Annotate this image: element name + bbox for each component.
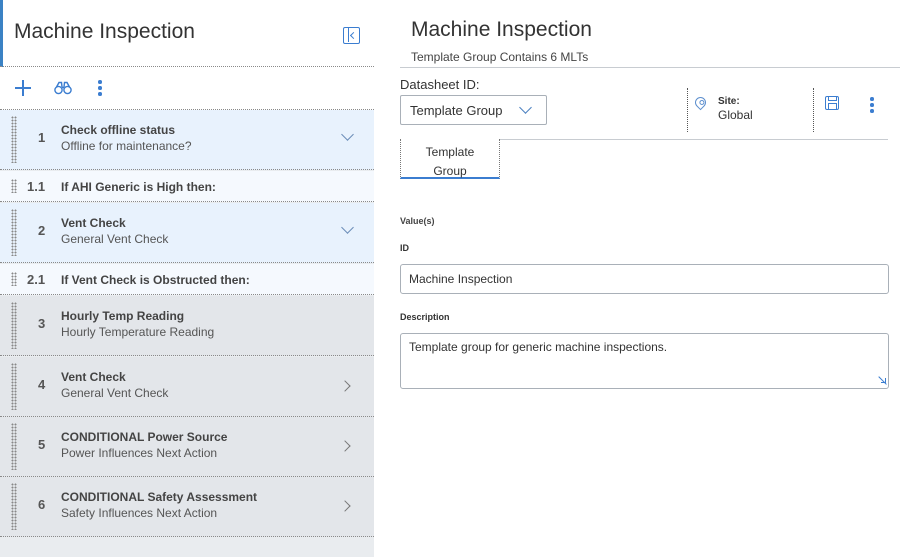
collapse-panel-icon[interactable]	[343, 27, 360, 44]
item-number: 1	[38, 130, 46, 145]
list-sub-item[interactable]: 1.1 If AHI Generic is High then:	[0, 171, 374, 202]
left-panel: Machine Inspection 1 Check offline statu…	[0, 0, 374, 557]
item-number: 1.1	[27, 179, 46, 194]
list-item[interactable]: 1 Check offline status Offline for maint…	[0, 110, 374, 170]
item-subtitle: Power Influences Next Action	[61, 446, 218, 460]
tab-label-line2: Group	[433, 164, 467, 178]
drag-handle-icon[interactable]	[11, 116, 17, 163]
more-options-icon[interactable]	[870, 97, 874, 113]
chevron-down-icon[interactable]	[341, 128, 354, 141]
datasheet-label: Datasheet ID:	[400, 77, 480, 92]
left-toolbar	[0, 67, 374, 110]
drag-handle-icon[interactable]	[11, 483, 17, 530]
list-item[interactable]: 5 CONDITIONAL Power Source Power Influen…	[0, 417, 374, 477]
item-number: 2.1	[27, 272, 46, 287]
item-subtitle: General Vent Check	[61, 386, 169, 400]
item-number: 2	[38, 223, 46, 238]
chevron-down-icon[interactable]	[341, 221, 354, 234]
chevron-right-icon[interactable]	[339, 380, 351, 392]
list-item[interactable]: 2 Vent Check General Vent Check	[0, 203, 374, 263]
tab-template-group[interactable]: Template Group	[400, 139, 500, 179]
drag-handle-icon[interactable]	[11, 209, 17, 256]
resize-handle-icon[interactable]	[877, 376, 886, 385]
id-input[interactable]	[400, 264, 889, 294]
datasheet-selected-value: Template Group	[410, 103, 503, 118]
condition-text: If AHI Generic is High then:	[61, 180, 216, 194]
datasheet-select[interactable]: Template Group	[400, 95, 547, 125]
drag-handle-icon[interactable]	[11, 179, 17, 193]
item-title: Vent Check	[61, 216, 126, 230]
chevron-right-icon[interactable]	[339, 500, 351, 512]
item-subtitle: Hourly Temperature Reading	[61, 325, 215, 339]
plus-icon[interactable]	[15, 80, 31, 96]
description-field-label: Description	[400, 312, 450, 322]
item-title: CONDITIONAL Power Source	[61, 430, 228, 444]
save-icon[interactable]	[825, 96, 839, 110]
item-subtitle: General Vent Check	[61, 232, 169, 246]
item-title: Vent Check	[61, 370, 126, 384]
item-number: 3	[38, 316, 46, 331]
list-sub-item[interactable]: 2.1 If Vent Check is Obstructed then:	[0, 264, 374, 295]
left-header: Machine Inspection	[0, 0, 374, 67]
location-pin-icon	[692, 94, 709, 111]
divider	[813, 88, 815, 132]
item-number: 4	[38, 377, 46, 392]
condition-text: If Vent Check is Obstructed then:	[61, 273, 250, 287]
drag-handle-icon[interactable]	[11, 272, 17, 286]
page-subtitle: Template Group Contains 6 MLTs	[411, 50, 589, 64]
id-field-label: ID	[400, 243, 409, 253]
site-value: Global	[718, 108, 753, 122]
list-item[interactable]: 4 Vent Check General Vent Check	[0, 357, 374, 417]
right-panel: Machine Inspection Template Group Contai…	[374, 0, 900, 557]
chevron-right-icon[interactable]	[339, 440, 351, 452]
drag-handle-icon[interactable]	[11, 302, 17, 349]
list-item[interactable]: 3 Hourly Temp Reading Hourly Temperature…	[0, 296, 374, 356]
item-number: 6	[38, 497, 46, 512]
drag-handle-icon[interactable]	[11, 363, 17, 410]
chevron-down-icon	[519, 101, 532, 114]
list-item[interactable]: 6 CONDITIONAL Safety Assessment Safety I…	[0, 477, 374, 537]
item-title: Check offline status	[61, 123, 176, 137]
binoculars-icon[interactable]	[54, 81, 72, 95]
description-textarea[interactable]: Template group for generic machine inspe…	[400, 333, 889, 389]
item-subtitle: Safety Influences Next Action	[61, 506, 218, 520]
drag-handle-icon[interactable]	[11, 423, 17, 470]
more-options-icon[interactable]	[98, 80, 102, 96]
divider	[687, 88, 689, 132]
item-title: CONDITIONAL Safety Assessment	[61, 490, 258, 504]
values-section-label: Value(s)	[400, 216, 435, 226]
page-title: Machine Inspection	[411, 18, 592, 41]
item-number: 5	[38, 437, 46, 452]
item-title: Hourly Temp Reading	[61, 309, 185, 323]
left-panel-title: Machine Inspection	[14, 20, 195, 43]
tab-label-line1: Template	[425, 145, 475, 159]
site-label: Site:	[718, 96, 740, 107]
item-subtitle: Offline for maintenance?	[61, 139, 192, 153]
divider	[400, 67, 900, 68]
